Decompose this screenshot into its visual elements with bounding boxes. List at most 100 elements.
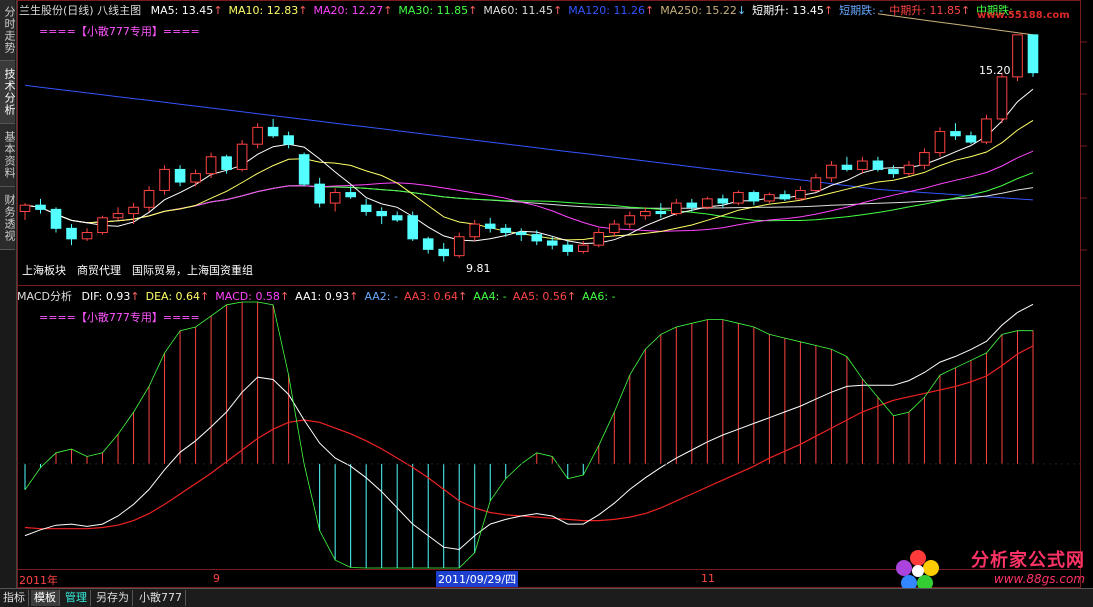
candle-body <box>205 156 217 175</box>
chart-area[interactable]: 兰生股份(日线) 八线主图 MA5: 13.45↑ MA10: 12.83↑ MA2… <box>17 0 1093 588</box>
candle-body <box>19 204 31 212</box>
watermark: 分析家公式网 www.88gs.com <box>971 546 1085 586</box>
tab-save-as[interactable]: 另存为 <box>93 590 133 606</box>
macd-item-7: AA5: 0.56 <box>512 290 567 303</box>
candle-body <box>236 143 248 170</box>
ma-item-9: 中期升: 11.85 <box>889 4 961 17</box>
candle-body <box>965 135 977 143</box>
ma-item-4: MA60: 11.45 <box>483 4 554 17</box>
date-axis-year: 2011年 <box>19 574 58 587</box>
ma-item-8: 短期跌: - <box>839 4 884 17</box>
macd-item-arrow-7: ↑ <box>566 290 577 303</box>
date-axis-nov: 11 <box>701 572 715 585</box>
tab-manage[interactable]: 管理 <box>62 590 91 606</box>
candle-body <box>593 232 605 246</box>
watermark-top: www.55188.com <box>977 10 1070 21</box>
candle-body <box>422 238 434 250</box>
ma-item-arrow-7: ↑ <box>823 4 834 17</box>
candle-body <box>826 164 837 179</box>
macd-item-3: AA1: 0.93 <box>295 290 350 303</box>
tab-indicator[interactable]: 指标 <box>0 590 29 606</box>
macd-item-2: MACD: 0.58 <box>215 290 280 303</box>
ma-item-0: MA5: 13.45 <box>150 4 214 17</box>
candle-body <box>640 210 651 217</box>
side-tab-fundamentals[interactable]: 基本资料 <box>0 124 16 187</box>
ma-item-arrow-9: ↑ <box>960 4 971 17</box>
candle-body <box>608 223 620 234</box>
candle-body <box>190 173 201 183</box>
dif-line <box>24 303 1034 551</box>
candle-body <box>252 126 263 145</box>
tab-template-name[interactable]: 小散777 <box>136 590 186 606</box>
candle-body <box>872 160 884 170</box>
candle-body <box>841 164 853 170</box>
macd-item-arrow-2: ↑ <box>279 290 290 303</box>
macd-name: MACD分析 <box>17 290 72 303</box>
flower-logo <box>896 550 939 591</box>
candle-body <box>128 206 139 215</box>
macd-item-4: AA2: - <box>364 290 398 303</box>
candle-body <box>733 192 744 204</box>
candle-body <box>314 183 325 204</box>
tab-template[interactable]: 模板 <box>31 590 60 606</box>
macd-item-arrow-0: ↑ <box>130 290 140 303</box>
candle-body <box>515 232 527 236</box>
candle-body <box>469 223 481 238</box>
candle-body <box>143 189 155 208</box>
candle-body <box>438 248 450 257</box>
candle-body <box>500 227 512 234</box>
candle-body <box>1027 34 1039 74</box>
candle-body <box>531 234 543 242</box>
concept-label: 上海板块 商贸代理 国际贸易，上海国资重组 <box>22 264 253 277</box>
macd-list: DIF: 0.93↑ DEA: 0.64↑ MACD: 0.58↑ AA1: 0.93… <box>75 290 615 303</box>
side-tab-intraday[interactable]: 分时走势 <box>0 0 16 61</box>
candle-body <box>655 210 667 215</box>
side-tab-financials[interactable]: 财务透视 <box>0 187 16 250</box>
ma-item-1: MA10: 12.83 <box>228 4 299 17</box>
candle-body <box>81 232 93 240</box>
candle-body <box>159 168 170 191</box>
ma120-line <box>24 84 1034 201</box>
macd-item-8: AA6: - <box>582 290 616 303</box>
candle-body <box>66 227 77 240</box>
macd-envelope <box>24 301 1033 569</box>
macd-item-arrow-5: ↑ <box>458 290 468 303</box>
candle-body <box>283 135 294 145</box>
macd-item-arrow-3: ↑ <box>349 290 359 303</box>
ma-item-arrow-0: ↑ <box>213 4 223 17</box>
ma-item-arrow-2: ↑ <box>383 4 393 17</box>
candle-body <box>453 236 465 257</box>
ma-item-arrow-1: ↑ <box>298 4 308 17</box>
side-tab-bar: 分时走势 技术分析 基本资料 财务透视 <box>0 0 17 588</box>
ma-item-5: MA120: 11.26 <box>568 4 645 17</box>
candle-body <box>702 198 713 208</box>
candle-body <box>577 244 589 252</box>
date-cursor: 2011/09/29/四 <box>436 571 519 587</box>
main-indicator-name: 八线主图 <box>97 4 142 17</box>
candle-body <box>888 168 899 175</box>
candle-body <box>484 223 496 229</box>
candle-body <box>1012 34 1023 78</box>
candle-body <box>546 240 558 246</box>
macd-item-1: DEA: 0.64 <box>145 290 201 303</box>
candle-body <box>903 164 915 175</box>
candle-body <box>97 217 108 234</box>
ma-list: MA5: 13.45↑ MA10: 12.83↑ MA20: 12.27↑ MA30:… <box>145 4 1021 17</box>
special-note-macd: ====【小散777专用】==== <box>39 311 200 324</box>
low-price-label: 9.81 <box>466 262 491 275</box>
ma-item-7: 短期升: 13.45 <box>752 4 824 17</box>
watermark-name: 分析家公式网 <box>971 550 1085 571</box>
ma-item-arrow-6: ↓ <box>736 4 747 17</box>
candle-body <box>919 152 930 166</box>
ma-item-arrow-5: ↑ <box>645 4 655 17</box>
candle-body <box>671 202 682 215</box>
candle-body <box>407 215 418 240</box>
candle-body <box>686 202 698 208</box>
candle-body <box>112 213 124 219</box>
watermark-url: www.88gs.com <box>993 572 1085 586</box>
candle-body <box>35 204 46 210</box>
stock-title: 兰生股份(日线) <box>19 4 94 17</box>
candle-body <box>950 131 961 137</box>
side-tab-technical[interactable]: 技术分析 <box>0 61 16 124</box>
candle-body <box>267 126 279 137</box>
